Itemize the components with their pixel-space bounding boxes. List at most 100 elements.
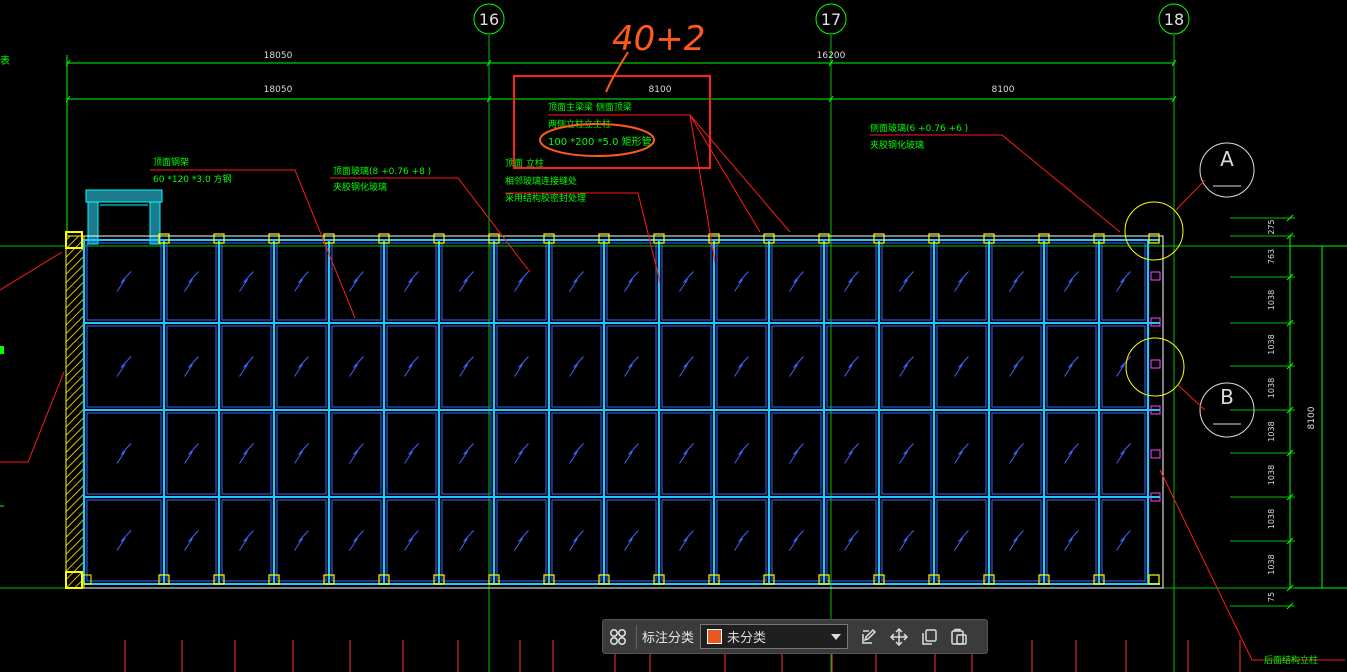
glass-hatch-mark (789, 530, 804, 551)
handwritten-note[interactable]: 40+2 (612, 19, 705, 59)
glass-hatch-mark (1116, 443, 1131, 464)
glass-hatch-mark (569, 271, 584, 292)
glass-hatch-mark (1116, 530, 1131, 551)
glass-hatch-mark (116, 271, 132, 292)
side-connector (1150, 359, 1161, 369)
glass-hatch-mark (679, 271, 694, 292)
glass-hatch-mark (1064, 271, 1079, 292)
category-select[interactable]: 未分类 (700, 624, 849, 649)
glass-hatch-mark (1009, 356, 1024, 377)
svg-text:夹胶钢化玻璃: 夹胶钢化玻璃 (870, 139, 924, 151)
edit-icon[interactable] (854, 620, 884, 653)
copy-icon[interactable] (914, 620, 944, 653)
glass-hatch-mark (404, 530, 419, 551)
dim-right-segment: 1038 (1267, 378, 1276, 398)
glass-hatch-mark (899, 443, 914, 464)
svg-text:60 *120 *3.0 方钢: 60 *120 *3.0 方钢 (153, 173, 232, 185)
glass-hatch-mark (459, 443, 474, 464)
glass-hatch-mark (514, 356, 529, 377)
axis-bubble-17: 17 (815, 3, 847, 35)
glass-hatch-mark (624, 356, 639, 377)
detail-label-A: A (1199, 142, 1255, 198)
glass-hatch-mark (679, 443, 694, 464)
axis-bubble-18: 18 (1158, 3, 1190, 35)
cad-drawing-canvas[interactable]: 16 17 18 18050 16200 18050 8100 8100 表 2… (0, 0, 1347, 672)
glass-hatch-mark (844, 443, 859, 464)
svg-text:表: 表 (0, 54, 10, 67)
glass-hatch-mark (899, 271, 914, 292)
glass-hatch-mark (624, 530, 639, 551)
glass-hatch-mark (1064, 530, 1079, 551)
dim-right-segment: 763 (1267, 249, 1276, 264)
glass-hatch-mark (954, 530, 969, 551)
glass-hatch-mark (349, 271, 364, 292)
leader-lines (0, 114, 1345, 661)
move-icon[interactable] (884, 620, 914, 653)
paste-icon[interactable] (944, 620, 974, 653)
toolbar-divider (636, 624, 637, 649)
svg-text:顶面玻璃(8 +0.76 +8 ): 顶面玻璃(8 +0.76 +8 ) (333, 165, 431, 177)
svg-text:A: A (1220, 147, 1234, 171)
glass-hatch-mark (734, 530, 749, 551)
detail-callout-circles (1124, 201, 1185, 397)
dim-right-segment: 1038 (1267, 465, 1276, 485)
markup-highlight-box[interactable] (513, 75, 711, 169)
glass-hatch-mark (116, 530, 132, 551)
glass-hatch-mark (514, 443, 529, 464)
annotation-toolbar: 标注分类 未分类 (602, 619, 988, 654)
chevron-down-icon (831, 633, 842, 640)
svg-text:100 *200 *5.0 矩形管: 100 *200 *5.0 矩形管 (548, 135, 652, 148)
category-value: 未分类 (727, 631, 767, 646)
glass-hatch-mark (844, 530, 859, 551)
glass-hatch-mark (514, 530, 529, 551)
glass-hatch-mark (294, 443, 309, 464)
glass-hatch-mark (404, 443, 419, 464)
glass-hatch-mark (569, 356, 584, 377)
svg-text:顶面钢架: 顶面钢架 (153, 156, 189, 168)
glass-hatch-mark (624, 443, 639, 464)
connector-clip (1148, 233, 1160, 244)
glass-hatch-mark (954, 356, 969, 377)
dim-top-right: 8100 (992, 85, 1015, 95)
side-connector (1150, 271, 1161, 281)
glass-hatch-mark (184, 530, 199, 551)
connector-clip (1148, 574, 1160, 585)
svg-text:夹胶钢化玻璃: 夹胶钢化玻璃 (333, 181, 387, 193)
glass-hatch-mark (404, 271, 419, 292)
svg-text:相邻玻璃连接缝处: 相邻玻璃连接缝处 (505, 175, 577, 187)
glass-hatch-mark (404, 356, 419, 377)
glass-hatch-mark (239, 271, 254, 292)
dim-right-segment: 1038 (1267, 421, 1276, 441)
glass-hatch-mark (1009, 443, 1024, 464)
glass-hatch-mark (844, 271, 859, 292)
glass-hatch-mark (1009, 271, 1024, 292)
glass-hatch-mark (349, 530, 364, 551)
dim-right-segment: 275 (1267, 219, 1276, 234)
glass-hatch-mark (294, 356, 309, 377)
dim-right-segment: 1038 (1267, 334, 1276, 354)
dim-right-segment: 1038 (1267, 554, 1276, 574)
glass-hatch-mark (569, 443, 584, 464)
glass-hatch-mark (844, 356, 859, 377)
glass-hatch-mark (514, 271, 529, 292)
glass-hatch-mark (899, 356, 914, 377)
dim-right-segment: 1038 (1267, 509, 1276, 529)
glass-hatch-mark (1064, 443, 1079, 464)
glass-hatch-mark (734, 443, 749, 464)
glass-hatch-mark (184, 271, 199, 292)
glass-hatch-mark (1116, 356, 1131, 377)
glass-hatch-mark (789, 443, 804, 464)
glass-hatch-mark (239, 443, 254, 464)
dim-right-total: 8100 (1307, 406, 1317, 429)
glass-hatch-mark (734, 271, 749, 292)
grid-icon[interactable] (603, 620, 633, 653)
left-edge-markers: 表 (0, 54, 10, 507)
svg-text:顶面主梁梁 侧面顶梁: 顶面主梁梁 侧面顶梁 (548, 101, 632, 113)
dim-top-total-left: 18050 (264, 51, 293, 61)
glass-hatch-mark (954, 271, 969, 292)
glass-hatch-mark (184, 443, 199, 464)
svg-text:B: B (1220, 385, 1234, 409)
svg-text:18: 18 (1164, 10, 1184, 29)
svg-text:采用结构胶密封处理: 采用结构胶密封处理 (505, 192, 586, 204)
glass-hatch-mark (239, 530, 254, 551)
